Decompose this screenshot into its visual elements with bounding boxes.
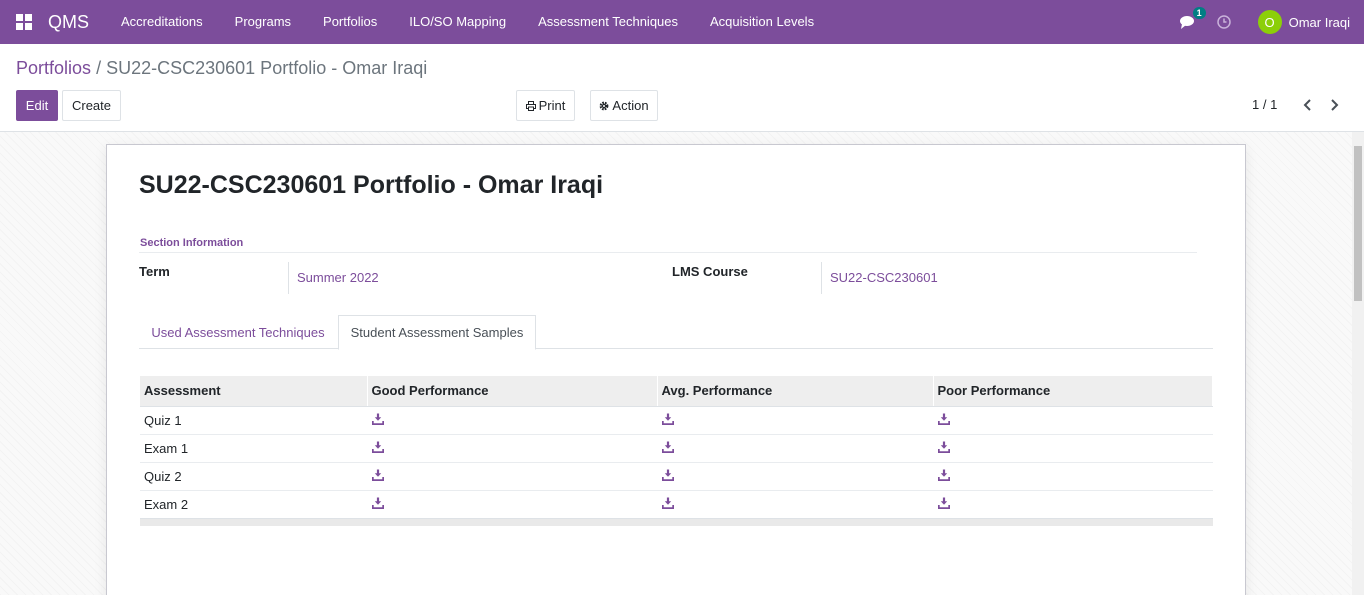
good-performance-cell [367, 433, 657, 462]
vertical-scrollbar[interactable] [1352, 132, 1364, 595]
avg-performance-cell [657, 461, 933, 490]
messages-button[interactable]: 1 [1178, 7, 1206, 32]
control-panel: Portfolios / SU22-CSC230601 Portfolio - … [0, 44, 1364, 132]
tab-used-assessment-techniques[interactable]: Used Assessment Techniques [139, 315, 337, 349]
table-row[interactable]: Quiz 1 [140, 405, 1213, 434]
table-row[interactable]: Quiz 2 [140, 461, 1213, 490]
table-row[interactable]: Exam 1 [140, 433, 1213, 462]
user-menu-name[interactable]: Omar Iraqi [1289, 15, 1350, 30]
download-icon[interactable] [937, 413, 951, 428]
table-footer-row [140, 517, 1213, 526]
poor-performance-cell [933, 433, 1213, 462]
poor-performance-cell [933, 489, 1213, 518]
breadcrumb: Portfolios / SU22-CSC230601 Portfolio - … [16, 58, 427, 79]
edit-button[interactable]: Edit [16, 90, 58, 121]
assessment-name-cell: Exam 1 [140, 433, 367, 462]
tab-student-assessment-samples[interactable]: Student Assessment Samples [338, 315, 536, 350]
breadcrumb-separator: / [96, 58, 102, 78]
good-performance-cell [367, 405, 657, 434]
main-menu: Accreditations Programs Portfolios ILO/S… [105, 0, 830, 44]
section-divider [139, 252, 1197, 253]
assessment-name-cell: Quiz 2 [140, 461, 367, 490]
download-icon[interactable] [661, 497, 675, 512]
form-view-content: SU22-CSC230601 Portfolio - Omar Iraqi Se… [0, 132, 1352, 595]
column-header-poor-performance[interactable]: Poor Performance [933, 376, 1213, 407]
table-row[interactable]: Exam 2 [140, 489, 1213, 518]
scrollbar-thumb[interactable] [1354, 146, 1362, 301]
term-field[interactable]: Summer 2022 [288, 262, 528, 294]
download-icon[interactable] [937, 469, 951, 484]
menu-item-ilo-so-mapping[interactable]: ILO/SO Mapping [393, 0, 522, 44]
print-icon [525, 100, 536, 111]
pager-value[interactable]: 1 / 1 [1252, 97, 1277, 112]
column-header-avg-performance[interactable]: Avg. Performance [657, 376, 934, 407]
top-navbar: QMS Accreditations Programs Portfolios I… [0, 0, 1364, 44]
breadcrumb-current: SU22-CSC230601 Portfolio - Omar Iraqi [106, 58, 428, 78]
print-label: Print [538, 98, 566, 113]
app-brand[interactable]: QMS [48, 12, 89, 33]
record-title: SU22-CSC230601 Portfolio - Omar Iraqi [139, 171, 604, 199]
activity-clock-icon[interactable] [1216, 14, 1232, 30]
chevron-left-icon[interactable] [1300, 97, 1314, 113]
avg-performance-cell [657, 433, 933, 462]
download-icon[interactable] [937, 497, 951, 512]
menu-item-portfolios[interactable]: Portfolios [307, 0, 393, 44]
section-information-heading: Section Information [140, 237, 244, 249]
navbar-systray: 1 O Omar Iraqi [1178, 0, 1364, 44]
menu-item-assessment-techniques[interactable]: Assessment Techniques [522, 0, 694, 44]
good-performance-cell [367, 489, 657, 518]
download-icon[interactable] [371, 441, 385, 456]
table-footer-cell [140, 517, 1213, 526]
gear-icon [600, 101, 609, 110]
form-sheet: SU22-CSC230601 Portfolio - Omar Iraqi Se… [106, 144, 1246, 595]
poor-performance-cell [933, 405, 1213, 434]
lms-course-label: LMS Course [672, 264, 748, 279]
avg-performance-cell [657, 405, 933, 434]
column-header-good-performance[interactable]: Good Performance [367, 376, 658, 407]
download-icon[interactable] [937, 441, 951, 456]
apps-menu-icon[interactable] [0, 0, 48, 44]
download-icon[interactable] [661, 441, 675, 456]
download-icon[interactable] [371, 469, 385, 484]
poor-performance-cell [933, 461, 1213, 490]
assessment-name-cell: Exam 2 [140, 489, 367, 518]
breadcrumb-portfolios-link[interactable]: Portfolios [16, 58, 91, 78]
download-icon[interactable] [371, 413, 385, 428]
avatar[interactable]: O [1257, 10, 1282, 34]
download-icon[interactable] [661, 413, 675, 428]
action-label: Action [612, 98, 649, 113]
chevron-right-icon[interactable] [1327, 97, 1341, 113]
action-button[interactable]: Action [590, 90, 658, 121]
download-icon[interactable] [661, 469, 675, 484]
notebook-tabs: Used Assessment Techniques Student Asses… [139, 315, 1213, 350]
assessment-name-cell: Quiz 1 [140, 405, 367, 434]
messages-count-badge: 1 [1192, 7, 1206, 19]
table-header-row: Assessment Good Performance Avg. Perform… [140, 376, 1213, 407]
print-button[interactable]: Print [516, 90, 575, 121]
menu-item-acquisition-levels[interactable]: Acquisition Levels [694, 0, 830, 44]
download-icon[interactable] [371, 497, 385, 512]
term-label: Term [139, 264, 170, 279]
create-button[interactable]: Create [62, 90, 121, 121]
menu-item-accreditations[interactable]: Accreditations [105, 0, 219, 44]
menu-item-programs[interactable]: Programs [219, 0, 307, 44]
column-header-assessment[interactable]: Assessment [140, 376, 368, 407]
good-performance-cell [367, 461, 657, 490]
lms-course-field[interactable]: SU22-CSC230601 [821, 262, 1061, 294]
assessment-samples-table: Assessment Good Performance Avg. Perform… [140, 376, 1213, 526]
avg-performance-cell [657, 489, 933, 518]
